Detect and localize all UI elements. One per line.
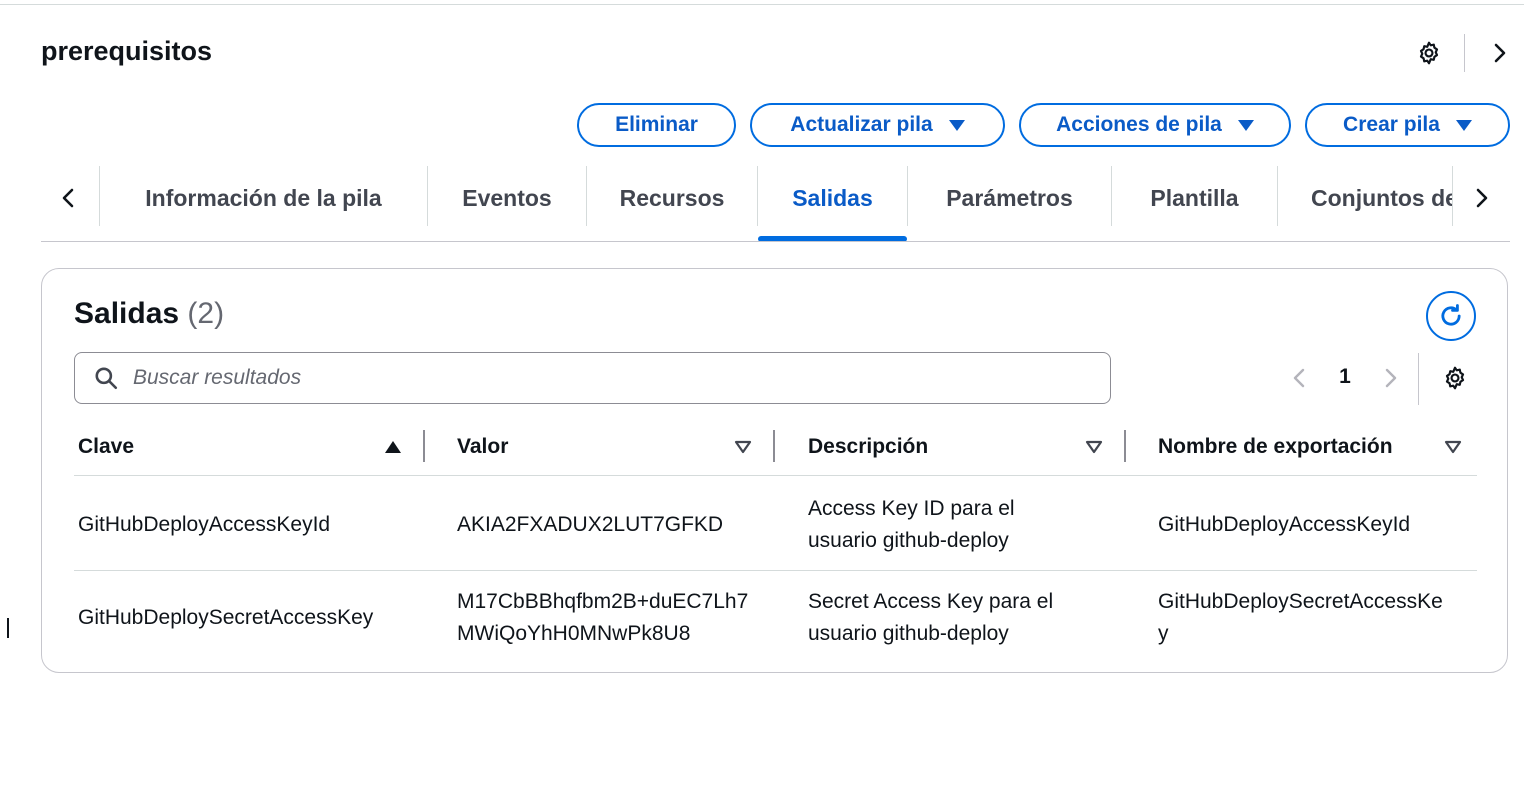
tab-bar: Información de la pila Eventos Recursos … (41, 166, 1510, 243)
text-cursor (7, 618, 9, 638)
cell-description: Secret Access Key para el usuario github… (808, 590, 1054, 645)
cell-description: Access Key ID para el usuario github-dep… (808, 497, 1015, 552)
outputs-heading: Salidas (2) (74, 297, 224, 331)
tab-label: Plantilla (1150, 184, 1239, 211)
outputs-count: (2) (187, 297, 225, 330)
column-header-export-name[interactable]: Nombre de exportación (1158, 431, 1393, 463)
chevron-right-icon[interactable] (1484, 37, 1516, 69)
current-page[interactable]: 1 (1330, 365, 1360, 389)
create-stack-label: Crear pila (1343, 113, 1440, 136)
tab-resources[interactable]: Recursos (587, 166, 757, 230)
tab-separator (1452, 166, 1453, 226)
prev-page-icon[interactable] (1286, 364, 1314, 392)
tab-label: Eventos (462, 184, 552, 211)
caret-down-icon (1455, 119, 1472, 131)
tab-stack-info[interactable]: Información de la pila (101, 166, 426, 230)
column-separator[interactable] (423, 430, 425, 462)
column-header-description[interactable]: Descripción (808, 431, 928, 463)
delete-button-label: Eliminar (615, 113, 698, 136)
top-divider (0, 4, 1524, 5)
column-header-key[interactable]: Clave (78, 431, 134, 463)
cell-export-name: GitHubDeployAccessKeyId (1158, 513, 1411, 536)
header-divider (1464, 34, 1465, 72)
page-title: prerequisitos (41, 36, 213, 66)
delete-button[interactable]: Eliminar (577, 103, 736, 147)
tabs-divider (41, 241, 1510, 242)
search-icon (93, 364, 121, 392)
tab-label: Conjuntos de cambios (1311, 184, 1452, 211)
tab-outputs[interactable]: Salidas (758, 166, 907, 230)
pager-divider (1418, 353, 1419, 405)
tab-label: Salidas (792, 184, 873, 211)
cell-value: AKIA2FXADUX2LUT7GFKD (457, 513, 724, 536)
caret-down-icon (948, 119, 965, 131)
sort-icon[interactable] (734, 439, 752, 455)
update-stack-button[interactable]: Actualizar pila (750, 103, 1005, 147)
refresh-button[interactable] (1426, 291, 1476, 341)
next-page-icon[interactable] (1376, 364, 1404, 392)
sort-icon[interactable] (1085, 439, 1103, 455)
update-stack-label: Actualizar pila (790, 113, 933, 136)
outputs-title: Salidas (74, 297, 180, 330)
refresh-icon (1441, 304, 1461, 326)
tabs-scroll-left-icon[interactable] (51, 180, 87, 216)
tab-label: Información de la pila (145, 184, 382, 211)
preferences-gear-icon[interactable] (1440, 363, 1470, 393)
stack-actions-button[interactable]: Acciones de pila (1019, 103, 1291, 147)
sort-icon[interactable] (1444, 439, 1462, 455)
caret-down-icon (1237, 119, 1254, 131)
tab-events[interactable]: Eventos (428, 166, 586, 230)
tab-template[interactable]: Plantilla (1112, 166, 1277, 230)
create-stack-button[interactable]: Crear pila (1305, 103, 1510, 147)
sort-ascending-icon[interactable] (384, 439, 402, 455)
tab-parameters[interactable]: Parámetros (908, 166, 1111, 230)
tab-change-sets[interactable]: Conjuntos de cambios (1278, 166, 1452, 230)
stack-actions-label: Acciones de pila (1056, 113, 1222, 136)
tab-label: Recursos (619, 184, 725, 211)
column-separator[interactable] (773, 430, 775, 462)
tabs-scroll-right-icon[interactable] (1463, 180, 1499, 216)
outputs-panel: Salidas (2) 1 Clave Valor Descripción No… (41, 268, 1508, 673)
header-row-divider (74, 475, 1477, 476)
column-separator[interactable] (1124, 430, 1126, 462)
tab-separator (99, 166, 100, 226)
tab-label: Parámetros (946, 184, 1073, 211)
cell-value: M17CbBBhqfbm2B+duEC7Lh7MWiQoYhH0MNwPk8U8 (457, 590, 749, 645)
cell-key: GitHubDeployAccessKeyId (78, 513, 331, 536)
search-field[interactable] (74, 352, 1111, 404)
cell-key: GitHubDeploySecretAccessKey (78, 606, 374, 629)
search-input[interactable] (131, 365, 1075, 391)
cell-export-name: GitHubDeploySecretAccessKey (1158, 590, 1443, 645)
settings-gear-icon[interactable] (1413, 37, 1445, 69)
column-header-value[interactable]: Valor (457, 431, 508, 463)
row-divider (74, 570, 1477, 571)
